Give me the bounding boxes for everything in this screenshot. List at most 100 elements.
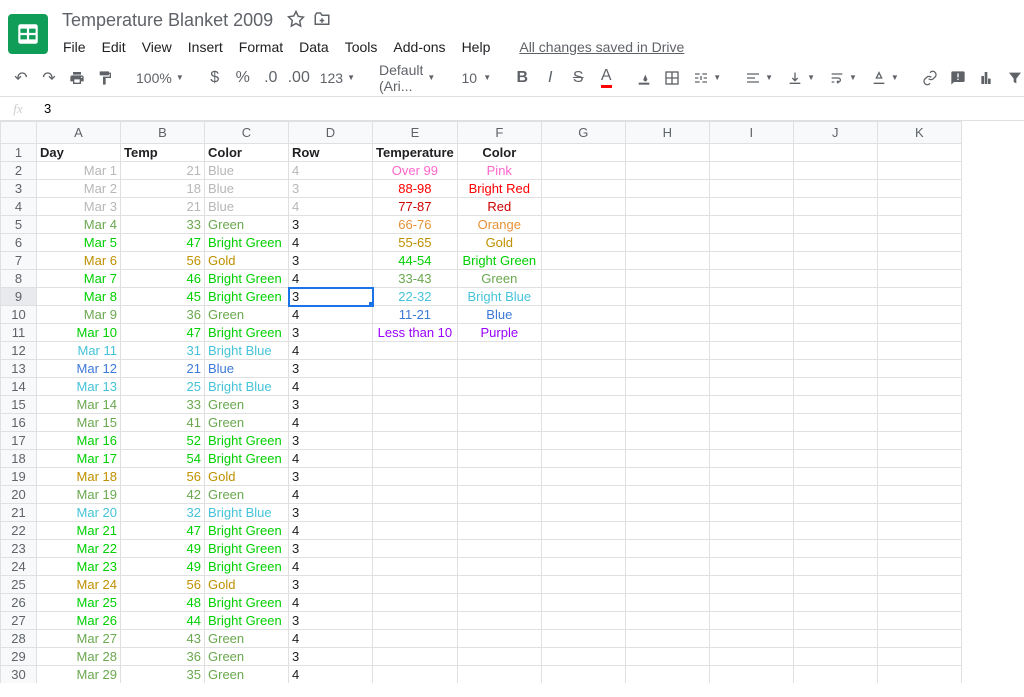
- cell-B29[interactable]: 36: [121, 648, 205, 666]
- cell-J2[interactable]: [793, 162, 877, 180]
- cell-E30[interactable]: [373, 666, 458, 684]
- cell-A25[interactable]: Mar 24: [37, 576, 121, 594]
- cell-K15[interactable]: [877, 396, 961, 414]
- row-header-25[interactable]: 25: [1, 576, 37, 594]
- row-header-18[interactable]: 18: [1, 450, 37, 468]
- cell-I3[interactable]: [709, 180, 793, 198]
- cell-G12[interactable]: [541, 342, 625, 360]
- menu-file[interactable]: File: [56, 35, 93, 59]
- row-header-13[interactable]: 13: [1, 360, 37, 378]
- cell-J6[interactable]: [793, 234, 877, 252]
- cell-G3[interactable]: [541, 180, 625, 198]
- cell-A3[interactable]: Mar 2: [37, 180, 121, 198]
- cell-G9[interactable]: [541, 288, 625, 306]
- cell-C10[interactable]: Green: [205, 306, 289, 324]
- cell-C23[interactable]: Bright Green: [205, 540, 289, 558]
- cell-K6[interactable]: [877, 234, 961, 252]
- cell-D20[interactable]: 4: [289, 486, 373, 504]
- cell-A28[interactable]: Mar 27: [37, 630, 121, 648]
- link-button[interactable]: [917, 65, 943, 91]
- cell-D25[interactable]: 3: [289, 576, 373, 594]
- comment-button[interactable]: [945, 65, 971, 91]
- cell-B25[interactable]: 56: [121, 576, 205, 594]
- cell-H21[interactable]: [625, 504, 709, 522]
- cell-C2[interactable]: Blue: [205, 162, 289, 180]
- cell-A4[interactable]: Mar 3: [37, 198, 121, 216]
- cell-B17[interactable]: 52: [121, 432, 205, 450]
- cell-D13[interactable]: 3: [289, 360, 373, 378]
- cell-A23[interactable]: Mar 22: [37, 540, 121, 558]
- cell-I2[interactable]: [709, 162, 793, 180]
- cell-D2[interactable]: 4: [289, 162, 373, 180]
- cell-E10[interactable]: 11-21: [373, 306, 458, 324]
- cell-C14[interactable]: Bright Blue: [205, 378, 289, 396]
- cell-D6[interactable]: 4: [289, 234, 373, 252]
- cell-H13[interactable]: [625, 360, 709, 378]
- row-header-22[interactable]: 22: [1, 522, 37, 540]
- cell-D14[interactable]: 4: [289, 378, 373, 396]
- cell-K5[interactable]: [877, 216, 961, 234]
- row-header-12[interactable]: 12: [1, 342, 37, 360]
- cell-C16[interactable]: Green: [205, 414, 289, 432]
- cell-J13[interactable]: [793, 360, 877, 378]
- cell-H18[interactable]: [625, 450, 709, 468]
- cell-A13[interactable]: Mar 12: [37, 360, 121, 378]
- sheets-logo-icon[interactable]: [8, 14, 48, 54]
- cell-B3[interactable]: 18: [121, 180, 205, 198]
- cell-J27[interactable]: [793, 612, 877, 630]
- cell-E7[interactable]: 44-54: [373, 252, 458, 270]
- cell-G23[interactable]: [541, 540, 625, 558]
- cell-K28[interactable]: [877, 630, 961, 648]
- star-icon[interactable]: [287, 10, 305, 31]
- cell-E5[interactable]: 66-76: [373, 216, 458, 234]
- cell-A30[interactable]: Mar 29: [37, 666, 121, 684]
- cell-A19[interactable]: Mar 18: [37, 468, 121, 486]
- cell-E11[interactable]: Less than 10: [373, 324, 458, 342]
- cell-B12[interactable]: 31: [121, 342, 205, 360]
- cell-G22[interactable]: [541, 522, 625, 540]
- cell-C28[interactable]: Green: [205, 630, 289, 648]
- cell-K1[interactable]: [877, 144, 961, 162]
- cell-C13[interactable]: Blue: [205, 360, 289, 378]
- cell-H4[interactable]: [625, 198, 709, 216]
- row-header-1[interactable]: 1: [1, 144, 37, 162]
- cell-E18[interactable]: [373, 450, 458, 468]
- cell-C5[interactable]: Green: [205, 216, 289, 234]
- cell-J18[interactable]: [793, 450, 877, 468]
- cell-J16[interactable]: [793, 414, 877, 432]
- text-rotation-button[interactable]: ▼: [865, 65, 905, 91]
- cell-F19[interactable]: [457, 468, 541, 486]
- col-header-G[interactable]: G: [541, 122, 625, 144]
- cell-B6[interactable]: 47: [121, 234, 205, 252]
- italic-button[interactable]: I: [537, 65, 563, 91]
- save-status[interactable]: All changes saved in Drive: [519, 39, 684, 55]
- cell-H12[interactable]: [625, 342, 709, 360]
- menu-add-ons[interactable]: Add-ons: [386, 35, 452, 59]
- cell-H8[interactable]: [625, 270, 709, 288]
- cell-F1[interactable]: Color: [457, 144, 541, 162]
- strikethrough-button[interactable]: S: [565, 65, 591, 91]
- cell-H29[interactable]: [625, 648, 709, 666]
- cell-C19[interactable]: Gold: [205, 468, 289, 486]
- cell-G14[interactable]: [541, 378, 625, 396]
- cell-B10[interactable]: 36: [121, 306, 205, 324]
- cell-A14[interactable]: Mar 13: [37, 378, 121, 396]
- cell-I16[interactable]: [709, 414, 793, 432]
- paint-format-button[interactable]: [92, 65, 118, 91]
- menu-tools[interactable]: Tools: [338, 35, 385, 59]
- cell-B4[interactable]: 21: [121, 198, 205, 216]
- cell-F18[interactable]: [457, 450, 541, 468]
- cell-K20[interactable]: [877, 486, 961, 504]
- cell-H28[interactable]: [625, 630, 709, 648]
- cell-J26[interactable]: [793, 594, 877, 612]
- text-wrap-button[interactable]: ▼: [823, 65, 863, 91]
- cell-H11[interactable]: [625, 324, 709, 342]
- cell-F26[interactable]: [457, 594, 541, 612]
- cell-J29[interactable]: [793, 648, 877, 666]
- cell-C7[interactable]: Gold: [205, 252, 289, 270]
- menu-format[interactable]: Format: [232, 35, 290, 59]
- cell-I7[interactable]: [709, 252, 793, 270]
- chart-button[interactable]: [973, 65, 999, 91]
- cell-D21[interactable]: 3: [289, 504, 373, 522]
- cell-I24[interactable]: [709, 558, 793, 576]
